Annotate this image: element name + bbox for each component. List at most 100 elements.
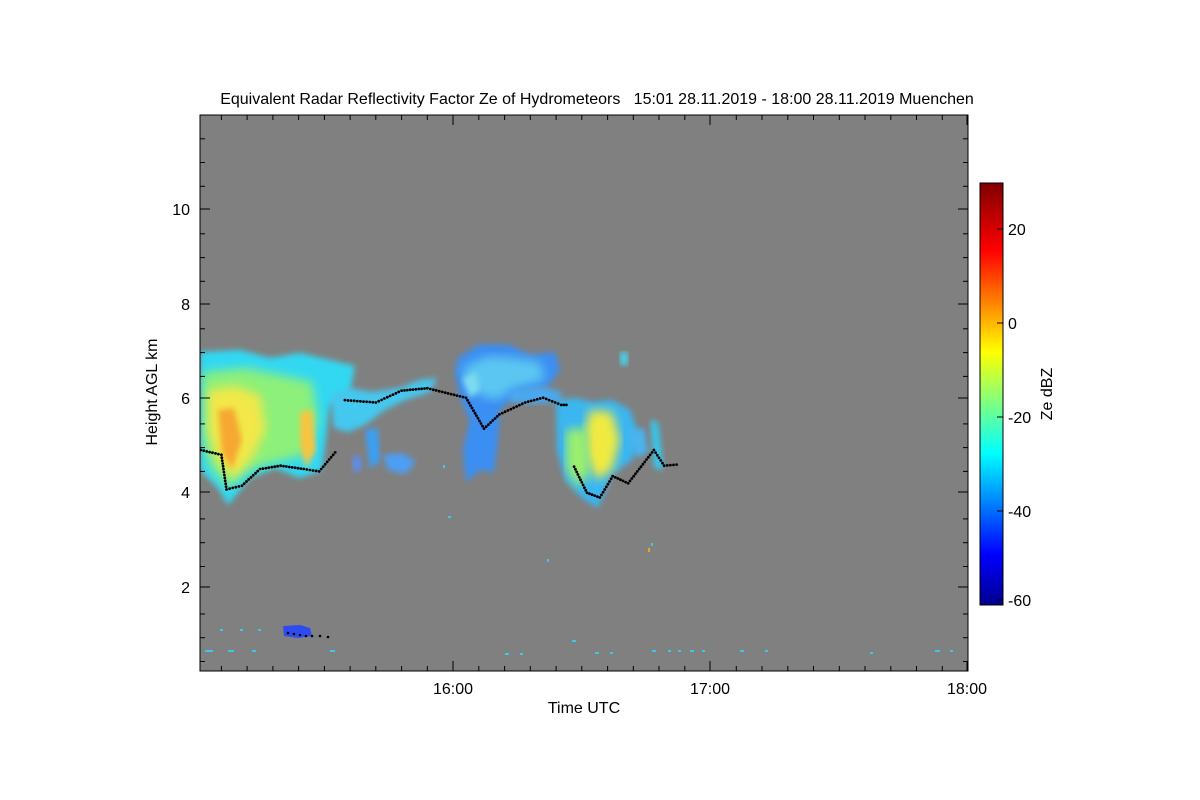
overlay-line-dot	[577, 475, 581, 479]
overlay-line-dot	[491, 419, 495, 422]
overlay-line-dot	[211, 451, 214, 455]
overlay-line-dot	[359, 399, 362, 403]
overlay-line-dot	[256, 469, 260, 473]
overlay-line-dot	[489, 421, 492, 424]
overlay-line-dot	[500, 411, 504, 415]
noise-speckle-warm	[648, 548, 650, 552]
overlay-line-dot	[331, 453, 335, 457]
overlay-line-dot	[327, 458, 331, 461]
overlay-line-dot	[641, 462, 645, 466]
overlay-line-dot	[425, 386, 429, 390]
overlay-line-dot	[600, 493, 603, 497]
overlay-line-dot	[643, 460, 647, 464]
overlay-line-dot	[224, 485, 228, 488]
overlay-line-dot	[391, 393, 395, 396]
overlay-line-dot	[470, 406, 474, 410]
overlay-line-dot	[355, 399, 359, 403]
overlay-line-dot	[616, 477, 620, 480]
overlay-line-dot	[518, 403, 521, 407]
overlay-line-dot	[240, 484, 244, 488]
overlay-line-dot	[323, 462, 327, 466]
overlay-line-dot	[665, 464, 669, 467]
overlay-line-dot	[443, 391, 447, 394]
overlay-line-dot	[590, 493, 594, 497]
overlay-line-dot	[484, 425, 488, 428]
overlay-line-dot	[408, 388, 412, 392]
overlay-line-dot	[231, 486, 235, 490]
overlay-line-dot	[290, 466, 294, 469]
overlay-line-dot	[482, 427, 486, 430]
overlay-line-dot	[559, 403, 563, 407]
overlay-line-dot	[532, 398, 536, 402]
overlay-line-dot	[449, 392, 453, 396]
overlay-line-dot	[479, 422, 483, 425]
colorbar-title: Ze dBZ	[1039, 368, 1056, 421]
overlay-line-dot	[487, 423, 490, 426]
overlay-line-dot	[276, 464, 279, 468]
overlay-line-dot	[380, 398, 383, 402]
overlay-line-dot	[333, 451, 337, 454]
overlay-line-dot	[222, 467, 225, 471]
overlay-line-dot	[279, 464, 282, 468]
overlay-line-dot	[287, 465, 291, 469]
overlay-line-dot	[371, 400, 375, 404]
overlay-line-dot	[509, 407, 513, 411]
overlay-line-dot	[368, 400, 372, 404]
overlay-line-dot	[224, 482, 228, 486]
overlay-line-dot	[221, 462, 225, 465]
plot-area	[199, 114, 969, 672]
y-tick-label-10: 10	[172, 202, 190, 219]
overlay-line-dot	[580, 480, 584, 484]
y-tick-label-6: 6	[181, 391, 190, 408]
overlay-line-dot	[632, 474, 636, 478]
overlay-line-dot	[411, 388, 415, 391]
overlay-line-dot	[628, 479, 632, 483]
overlay-line-dot	[267, 466, 271, 469]
overlay-line-dot	[478, 419, 481, 423]
overlay-line-dot	[428, 387, 432, 391]
overlay-line-dot	[639, 465, 643, 469]
overlay-line-dot	[526, 400, 530, 404]
overlay-line-dot	[414, 387, 418, 391]
overlay-line-dot	[247, 478, 251, 481]
overlay-line-dot	[467, 401, 471, 405]
overlay-line-dot	[538, 397, 542, 400]
overlay-line-dot	[535, 397, 539, 401]
overlay-line-dot	[657, 456, 661, 460]
overlay-line-dot	[296, 466, 300, 470]
overlay-line-dot	[223, 473, 226, 477]
overlay-line-dot	[659, 459, 663, 462]
overlay-line-dot	[476, 416, 480, 420]
overlay-line-dot	[654, 451, 657, 454]
x-axis-label: Time UTC	[548, 700, 620, 717]
overlay-line-dot	[365, 400, 368, 404]
overlay-line-dot	[349, 399, 353, 402]
overlay-line-dot	[264, 466, 268, 470]
overlay-line-dot	[394, 391, 398, 395]
overlay-line-dot	[601, 490, 605, 494]
overlay-line-dot	[362, 400, 365, 403]
y-tick-label-8: 8	[181, 297, 190, 314]
overlay-line-dot	[452, 393, 456, 397]
overlay-line-dot	[473, 411, 477, 415]
overlay-line-dot	[635, 470, 639, 473]
overlay-line-dot	[562, 403, 566, 407]
overlay-line-dot	[214, 452, 217, 455]
overlay-line-dot	[579, 478, 582, 482]
overlay-line-dot	[223, 476, 227, 480]
overlay-line-dot	[400, 389, 403, 392]
overlay-line-dot	[466, 398, 469, 402]
overlay-line-dot	[624, 480, 627, 484]
overlay-line-dot	[493, 417, 497, 420]
overlay-line-dot	[523, 401, 527, 404]
overlay-line-dot	[675, 463, 678, 466]
overlay-line-dot	[223, 479, 227, 483]
overlay-line-dot	[547, 398, 551, 402]
overlay-line-dot	[221, 464, 225, 468]
overlay-line-dot	[254, 471, 257, 475]
overlay-line-dot	[314, 469, 318, 473]
overlay-line-dot	[603, 488, 607, 491]
overlay-line-dot	[544, 397, 548, 401]
overlay-line-dot	[242, 482, 246, 485]
overlay-line-dot	[285, 465, 288, 468]
